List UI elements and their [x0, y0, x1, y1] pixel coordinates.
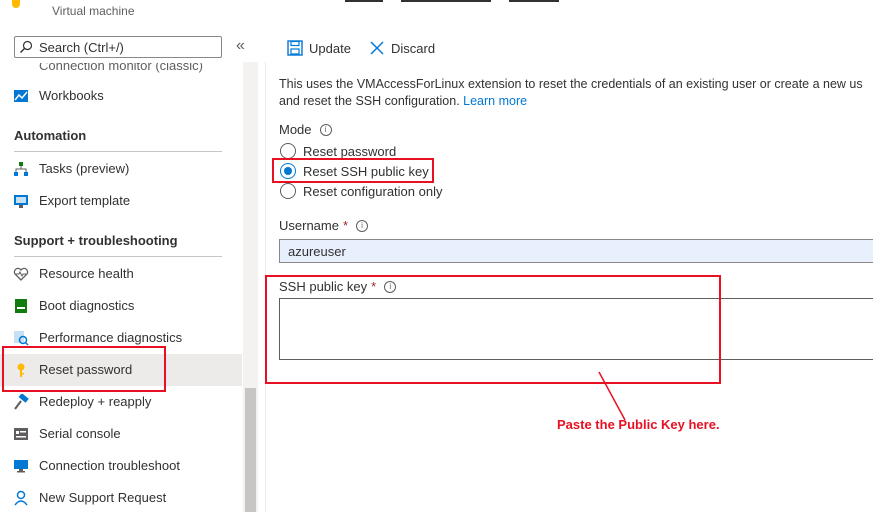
- collapse-sidebar-button[interactable]: «: [236, 37, 245, 55]
- search-icon: [20, 40, 33, 53]
- discard-label: Discard: [391, 40, 436, 56]
- radio-button[interactable]: [280, 143, 296, 159]
- update-button[interactable]: Update: [287, 38, 351, 58]
- support-person-icon: [14, 490, 28, 506]
- section-automation: Automation: [14, 128, 87, 143]
- username-input[interactable]: azureuser: [279, 239, 873, 263]
- highlight-reset-password: [2, 346, 166, 392]
- section-divider: [14, 256, 222, 257]
- sidebar-item-connection-monitor[interactable]: Connection monitor (classic): [39, 63, 203, 73]
- highlight-ssh-key-option: [272, 158, 434, 183]
- close-icon: [370, 41, 384, 55]
- info-icon[interactable]: i: [356, 219, 369, 232]
- sidebar-scrollbar-thumb[interactable]: [245, 388, 256, 512]
- hammer-icon: [14, 394, 29, 410]
- performance-diagnostics-icon: [14, 331, 29, 346]
- highlight-ssh-key-field: [265, 275, 721, 384]
- section-support-troubleshooting: Support + troubleshooting: [14, 233, 178, 248]
- heart-icon: [13, 267, 29, 281]
- section-divider: [14, 151, 222, 152]
- save-icon: [287, 40, 303, 56]
- annotation-callout: Paste the Public Key here.: [557, 417, 720, 432]
- tasks-icon: [14, 162, 28, 176]
- discard-button[interactable]: Discard: [369, 38, 435, 58]
- search-placeholder: Search (Ctrl+/): [39, 40, 124, 55]
- sidebar-item-tasks[interactable]: Tasks (preview): [0, 153, 242, 185]
- required-marker: *: [342, 218, 349, 233]
- sidebar-item-connection-troubleshoot[interactable]: Connection troubleshoot: [0, 450, 242, 482]
- mode-label: Mode i: [279, 122, 332, 137]
- boot-diagnostics-icon: [15, 299, 27, 313]
- resource-subtitle: Virtual machine: [52, 4, 135, 18]
- monitor-icon: [14, 460, 28, 473]
- vm-app-icon: [12, 0, 20, 8]
- workbooks-icon: [14, 90, 28, 102]
- username-label: Username * i: [279, 218, 369, 233]
- radio-button[interactable]: [280, 183, 296, 199]
- export-template-icon: [14, 195, 28, 208]
- username-value: azureuser: [288, 244, 346, 259]
- sidebar-item-workbooks[interactable]: Workbooks: [0, 80, 242, 112]
- page-title-cropped: [345, 0, 615, 2]
- sidebar-item-new-support-request[interactable]: New Support Request: [0, 482, 242, 514]
- description-text: This uses the VMAccessForLinux extension…: [279, 77, 863, 108]
- learn-more-link[interactable]: Learn more: [463, 94, 527, 108]
- sidebar-item-export-template[interactable]: Export template: [0, 185, 242, 217]
- update-label: Update: [309, 40, 351, 56]
- callout-arrow: [598, 371, 626, 421]
- sidebar-item-serial-console[interactable]: Serial console: [0, 418, 242, 450]
- sidebar-item-boot-diagnostics[interactable]: Boot diagnostics: [0, 290, 242, 322]
- info-icon[interactable]: i: [319, 123, 332, 136]
- radio-reset-configuration-only[interactable]: Reset configuration only: [280, 182, 442, 200]
- serial-console-icon: [14, 428, 28, 440]
- sidebar-search-input[interactable]: Search (Ctrl+/): [14, 36, 222, 58]
- sidebar-item-resource-health[interactable]: Resource health: [0, 258, 242, 290]
